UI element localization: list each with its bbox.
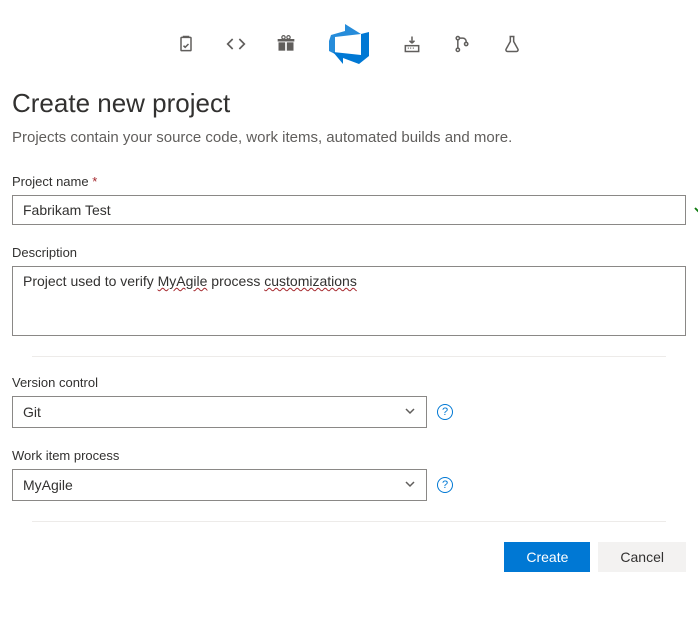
- work-item-process-value: MyAgile: [23, 477, 73, 493]
- chevron-down-icon: [404, 478, 416, 493]
- work-item-process-help-icon[interactable]: ?: [437, 477, 453, 493]
- work-item-process-select[interactable]: MyAgile: [12, 469, 427, 501]
- create-button[interactable]: Create: [504, 542, 590, 572]
- work-item-process-group: Work item process MyAgile ?: [12, 448, 686, 501]
- code-icon: [225, 33, 247, 55]
- chevron-down-icon: [404, 405, 416, 420]
- version-control-group: Version control Git ?: [12, 375, 686, 428]
- azure-devops-icon: [325, 20, 373, 68]
- version-control-value: Git: [23, 404, 41, 420]
- version-control-help-icon[interactable]: ?: [437, 404, 453, 420]
- valid-check-icon: [692, 199, 698, 222]
- branch-pull-icon: [451, 33, 473, 55]
- page-subtitle: Projects contain your source code, work …: [12, 129, 686, 146]
- work-item-process-label: Work item process: [12, 448, 686, 463]
- clipboard-icon: [175, 33, 197, 55]
- cancel-button[interactable]: Cancel: [598, 542, 686, 572]
- required-mark: *: [92, 174, 97, 189]
- description-group: Description Project used to verify MyAgi…: [12, 245, 686, 336]
- project-name-input[interactable]: [12, 195, 686, 225]
- service-icon-row: [12, 12, 686, 88]
- divider: [32, 356, 666, 357]
- page-title: Create new project: [12, 88, 686, 119]
- divider: [32, 521, 666, 522]
- description-input[interactable]: Project used to verify MyAgile process c…: [12, 266, 686, 336]
- project-name-group: Project name *: [12, 174, 686, 225]
- flask-icon: [501, 33, 523, 55]
- version-control-select[interactable]: Git: [12, 396, 427, 428]
- project-name-label: Project name *: [12, 174, 686, 189]
- gift-icon: [275, 33, 297, 55]
- description-label: Description: [12, 245, 686, 260]
- download-build-icon: [401, 33, 423, 55]
- version-control-label: Version control: [12, 375, 686, 390]
- button-row: Create Cancel: [12, 542, 686, 572]
